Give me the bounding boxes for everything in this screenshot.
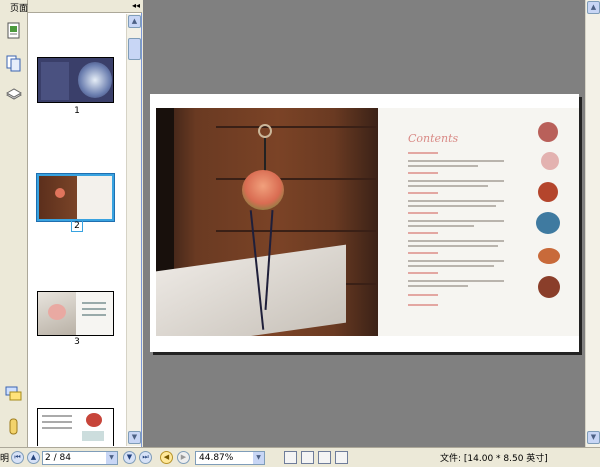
page-indicator: 2 / 84 xyxy=(45,453,71,463)
thumbnail-label: 2 xyxy=(28,220,126,232)
panel-header: 页面 ◂◂ xyxy=(10,0,142,14)
thumbnail-label: 3 xyxy=(74,337,80,347)
last-page-icon[interactable]: ⏭ xyxy=(139,451,152,464)
continuous-view-icon[interactable] xyxy=(301,451,314,464)
status-left-text: 明 xyxy=(0,454,10,464)
contents-page: Contents xyxy=(378,108,579,336)
collapse-panel-icon[interactable]: ◂◂ xyxy=(132,1,140,10)
page-icon[interactable] xyxy=(5,22,22,39)
facing-view-icon[interactable] xyxy=(318,451,331,464)
thumbnail-list: 1 2 3 xyxy=(28,14,126,446)
go-back-icon[interactable]: ◀ xyxy=(160,451,173,464)
scroll-down-icon[interactable]: ▼ xyxy=(128,431,141,444)
scroll-down-icon[interactable]: ▼ xyxy=(587,431,600,444)
continuous-facing-view-icon[interactable] xyxy=(335,451,348,464)
status-bar: 明 ⏮ ▲ 2 / 84 ▼ ▼ ⏭ ◀ ▶ 44.87% ▼ 文件: [14.… xyxy=(0,447,600,467)
page-thumbnail-2[interactable] xyxy=(36,173,115,222)
thumbnail-label-text: 2 xyxy=(71,220,83,232)
contents-title: Contents xyxy=(408,132,459,145)
scroll-up-icon[interactable]: ▲ xyxy=(128,15,141,28)
scroll-up-icon[interactable]: ▲ xyxy=(587,1,600,14)
first-page-icon[interactable]: ⏮ xyxy=(11,451,24,464)
single-page-view-icon[interactable] xyxy=(284,451,297,464)
panel-title: 页面 xyxy=(10,4,29,14)
zoom-field[interactable]: 44.87% ▼ xyxy=(195,451,265,465)
paper-sheet xyxy=(156,244,346,336)
pages-panel: 页面 ◂◂ 1 2 3 ▲ ▼ xyxy=(10,0,142,447)
scrollbar-thumb[interactable] xyxy=(128,38,141,60)
page-thumbnail-3[interactable] xyxy=(37,291,114,336)
document-size: 文件: [14.00 * 8.50 英寸] xyxy=(440,454,548,464)
go-forward-icon[interactable]: ▶ xyxy=(177,451,190,464)
page-spread: Contents xyxy=(156,108,579,336)
flower-pouch xyxy=(242,170,284,210)
zoom-value: 44.87% xyxy=(199,453,234,463)
page-thumbnail-4[interactable] xyxy=(37,408,114,446)
page-number-field[interactable]: 2 / 84 ▼ xyxy=(42,451,118,465)
previous-page-icon[interactable]: ▲ xyxy=(27,451,40,464)
next-page-icon[interactable]: ▼ xyxy=(123,451,136,464)
thumbnail-scrollbar[interactable]: ▲ ▼ xyxy=(126,14,141,446)
photo-left xyxy=(156,108,378,336)
chevron-down-icon[interactable]: ▼ xyxy=(253,452,264,464)
paperclip-icon[interactable] xyxy=(5,418,22,435)
pdf-page: Contents xyxy=(150,94,579,352)
layers-icon[interactable] xyxy=(5,86,23,103)
page-thumbnail-1[interactable] xyxy=(37,57,114,103)
sidebar-tabs xyxy=(0,0,28,447)
chevron-down-icon[interactable]: ▼ xyxy=(106,452,117,464)
thumbnail-label: 1 xyxy=(74,106,80,116)
document-view[interactable]: Contents xyxy=(143,0,585,447)
copy-pages-icon[interactable] xyxy=(5,55,22,72)
comments-icon[interactable] xyxy=(5,385,22,402)
document-scrollbar[interactable]: ▲ ▼ xyxy=(585,0,600,447)
